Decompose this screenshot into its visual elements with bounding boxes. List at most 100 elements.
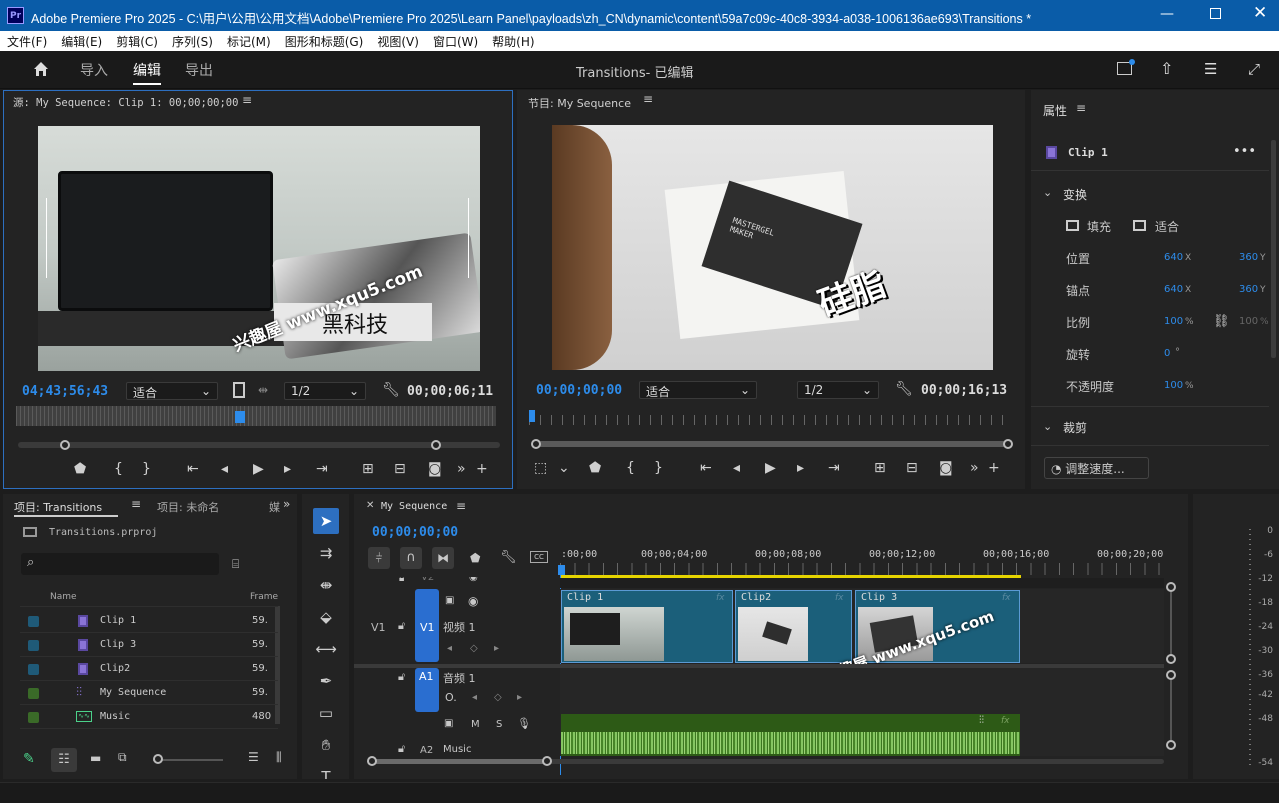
- export-frame-icon[interactable]: [233, 382, 245, 398]
- collapse-crop-icon[interactable]: ⌄: [1043, 420, 1052, 433]
- lock-icon[interactable]: 🔒︎: [399, 577, 404, 584]
- minimize-icon[interactable]: —: [1160, 6, 1174, 22]
- source-resolution-dropdown[interactable]: 1/2 ⌄: [284, 382, 366, 400]
- wrench-icon[interactable]: 🔧︎: [895, 381, 913, 397]
- close-icon[interactable]: ✕: [1253, 3, 1267, 23]
- mark-in-icon[interactable]: {: [114, 461, 123, 477]
- drag-video-icon[interactable]: ⇹: [258, 383, 268, 397]
- tab-media[interactable]: 媒: [269, 499, 280, 515]
- source-zoom-handle-right[interactable]: [431, 440, 441, 450]
- prop-value-y[interactable]: 360: [1239, 284, 1258, 295]
- maximize-icon[interactable]: [1210, 8, 1221, 19]
- hand-icon[interactable]: ✋︎: [313, 732, 339, 758]
- menu-edit[interactable]: 编辑(E): [54, 31, 109, 50]
- freeform-view-icon[interactable]: ⧉: [118, 750, 127, 765]
- rectangle-icon[interactable]: ▭: [313, 700, 339, 726]
- list-view-icon[interactable]: ☷: [51, 748, 77, 772]
- audio-clip[interactable]: fx ⫶⫶: [561, 714, 1020, 756]
- track-height-handle[interactable]: [1166, 740, 1176, 750]
- scrollbar[interactable]: [1271, 140, 1276, 358]
- program-timecode[interactable]: 00;00;00;00: [536, 383, 622, 398]
- menu-file[interactable]: 文件(F): [0, 31, 54, 50]
- extract-icon[interactable]: ⊟: [906, 460, 918, 476]
- program-timeruler[interactable]: [529, 415, 1011, 425]
- more-buttons-icon[interactable]: »: [970, 460, 979, 476]
- add-marker-icon[interactable]: ⬟: [470, 551, 480, 565]
- step-forward-icon[interactable]: ▸: [797, 460, 804, 476]
- icon-view-icon[interactable]: ▬: [90, 751, 101, 765]
- program-zoom-handle-left[interactable]: [531, 439, 541, 449]
- home-icon[interactable]: [32, 60, 50, 78]
- list-item[interactable]: ∿∿ Music 480: [20, 706, 278, 729]
- fit-label[interactable]: 适合: [1155, 218, 1179, 235]
- eye-icon[interactable]: ◉: [469, 577, 478, 583]
- collapse-transform-icon[interactable]: ⌄: [1043, 186, 1052, 199]
- crop-section-title[interactable]: 裁剪: [1063, 419, 1087, 436]
- prev-keyframe-icon[interactable]: ◂: [472, 692, 477, 703]
- find-bin-icon[interactable]: ⌸: [232, 557, 239, 572]
- overwrite-icon[interactable]: ⊟: [394, 461, 406, 477]
- tab-edit[interactable]: 编辑: [133, 60, 161, 80]
- linked-selection-icon[interactable]: ⧓: [432, 547, 454, 569]
- list-item[interactable]: ⫶⫶ My Sequence 59.: [20, 682, 278, 705]
- go-to-out-icon[interactable]: ⇥: [828, 460, 840, 476]
- scroll-handle-left[interactable]: [367, 756, 377, 766]
- prop-value-rotation[interactable]: 0: [1164, 348, 1170, 359]
- tab-import[interactable]: 导入: [80, 60, 108, 80]
- menu-window[interactable]: 窗口(W): [426, 31, 485, 50]
- timeline-timecode[interactable]: 00;00;00;00: [372, 525, 458, 540]
- insert-icon[interactable]: ⊞: [362, 461, 374, 477]
- razor-icon[interactable]: ⬙: [313, 604, 339, 630]
- captions-icon[interactable]: CC: [530, 551, 548, 563]
- program-fit-dropdown[interactable]: 适合 ⌄: [639, 381, 757, 399]
- project-menu-icon[interactable]: ≡: [131, 497, 141, 511]
- type-tool-icon[interactable]: T: [313, 764, 339, 779]
- automate-icon[interactable]: ⫼: [276, 750, 282, 765]
- track-select-icon[interactable]: ⇉: [313, 540, 339, 566]
- menu-view[interactable]: 视图(V): [370, 31, 426, 50]
- solo-button[interactable]: S: [496, 719, 502, 730]
- prop-value-x[interactable]: 640: [1164, 252, 1183, 263]
- add-marker-icon[interactable]: ⬟: [74, 461, 86, 477]
- list-item[interactable]: Clip2 59.: [20, 658, 278, 681]
- next-keyframe-icon[interactable]: ▸: [517, 692, 522, 703]
- eye-icon[interactable]: ◉: [468, 594, 478, 608]
- program-zoom-bar[interactable]: [533, 441, 1009, 447]
- track-v1-source-label[interactable]: V1: [371, 621, 386, 634]
- prop-value-x[interactable]: 640: [1164, 284, 1183, 295]
- menu-help[interactable]: 帮助(H): [485, 31, 541, 50]
- menu-marker[interactable]: 标记(M): [220, 31, 278, 50]
- go-to-in-icon[interactable]: ⇤: [187, 461, 199, 477]
- safe-margins-icon[interactable]: ⬚: [534, 460, 547, 476]
- column-name-header[interactable]: Name: [50, 592, 77, 602]
- sequence-tab[interactable]: My Sequence: [381, 501, 447, 512]
- timeline-menu-icon[interactable]: ≡: [456, 499, 466, 513]
- close-sequence-icon[interactable]: ✕: [366, 500, 374, 511]
- add-keyframe-icon[interactable]: ◇: [494, 692, 502, 703]
- track-height-handle[interactable]: [1166, 582, 1176, 592]
- track-height-handle[interactable]: [1166, 654, 1176, 664]
- link-icon[interactable]: ⛓︎: [1213, 314, 1230, 329]
- source-zoom-handle-left[interactable]: [60, 440, 70, 450]
- prev-keyframe-icon[interactable]: ◂: [447, 643, 452, 654]
- fullscreen-icon[interactable]: ⤢: [1248, 60, 1260, 78]
- program-playhead[interactable]: [529, 410, 535, 422]
- lift-icon[interactable]: ⊞: [874, 460, 886, 476]
- program-resolution-dropdown[interactable]: 1/2 ⌄: [797, 381, 879, 399]
- sort-icon[interactable]: ☰: [248, 750, 259, 764]
- play-icon[interactable]: ▶: [765, 460, 776, 476]
- menu-clip[interactable]: 剪辑(C): [109, 31, 165, 50]
- nest-toggle-icon[interactable]: ⫩: [368, 547, 390, 569]
- fill-icon[interactable]: [1066, 220, 1079, 231]
- timeline-scroll-thumb[interactable]: [372, 759, 548, 764]
- list-item[interactable]: Clip 3 59.: [20, 634, 278, 657]
- source-menu-icon[interactable]: ≡: [242, 93, 252, 107]
- selection-tool-icon[interactable]: ➤: [313, 508, 339, 534]
- source-playhead[interactable]: [235, 411, 245, 423]
- fit-icon[interactable]: [1133, 220, 1146, 231]
- timeline-clip[interactable]: Clip 1 fx: [561, 590, 733, 663]
- pencil-icon[interactable]: ✎: [23, 751, 35, 767]
- program-zoom-handle-right[interactable]: [1003, 439, 1013, 449]
- scroll-handle-right[interactable]: [542, 756, 552, 766]
- timeline-playhead-marker[interactable]: [558, 565, 565, 575]
